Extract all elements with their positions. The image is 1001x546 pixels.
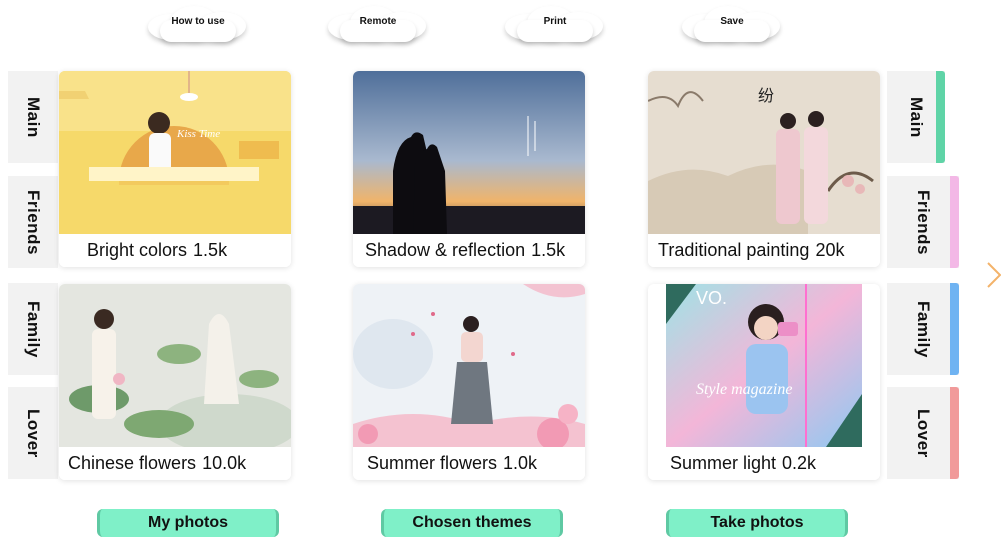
svg-text:VO.: VO. [696,288,727,308]
remote-button[interactable]: Remote [328,4,428,42]
theme-card-shadow-reflection[interactable]: Shadow & reflection 1.5k [353,71,585,267]
card-count: 1.0k [503,453,538,473]
card-title: Shadow & reflection [365,240,526,260]
left-tab-label: Friends [24,189,43,255]
right-tab-label: Main [907,96,926,138]
card-caption: Summer flowers 1.0k [353,447,585,480]
right-tab-main[interactable]: Main [887,71,945,163]
style-magazine-text: Style magazine [696,381,792,398]
theme-card-bright-colors[interactable]: Kiss Time Bright colors 1.5k [59,71,291,267]
chevron-right-icon[interactable] [984,260,1001,290]
right-tab-family[interactable]: Family [887,283,959,375]
left-tab-family[interactable]: Family [8,283,58,375]
svg-text:纷: 纷 [758,86,774,105]
left-tab-label: Lover [24,408,43,458]
chosen-themes-label: Chosen themes [412,514,532,531]
print-button[interactable]: Print [505,4,605,42]
left-tab-label: Family [24,300,43,358]
sunset-silhouette-photo [353,71,585,234]
how-to-use-button[interactable]: How to use [148,4,248,42]
card-title: Traditional painting [658,240,810,260]
tab-color-bar [950,283,959,375]
card-caption: Summer light 0.2k [648,447,880,480]
take-photos-label: Take photos [710,514,804,531]
tab-color-bar [950,387,959,479]
card-caption: Chinese flowers 10.0k [59,447,291,480]
card-title: Bright colors [87,240,188,260]
cherry-blossom-photo [353,284,585,447]
card-title: Chinese flowers [68,453,197,473]
remote-label: Remote [359,15,397,27]
style-magazine-photo: VO. Style magazine [666,284,862,447]
left-tab-label: Main [24,96,43,138]
yellow-studio-photo: Kiss Time [59,71,291,234]
card-caption: Traditional painting 20k [648,234,880,267]
card-title: Summer light [670,453,777,473]
card-caption: Bright colors 1.5k [59,234,291,267]
kiss-time-sign: Kiss Time [176,128,220,140]
how-to-use-label: How to use [171,15,225,27]
right-tab-label: Friends [914,189,933,255]
card-caption: Shadow & reflection 1.5k [353,234,585,267]
card-title: Summer flowers [367,453,498,473]
card-count: 20k [815,240,845,260]
save-label: Save [720,15,744,27]
traditional-painting-photo: 纷 [648,71,880,234]
chosen-themes-button[interactable]: Chosen themes [381,509,563,537]
right-tab-label: Family [914,300,933,358]
tab-color-bar [936,71,945,163]
save-button[interactable]: Save [682,4,782,42]
right-tab-friends[interactable]: Friends [887,176,959,268]
right-tab-label: Lover [914,408,933,458]
card-count: 10.0k [202,453,247,473]
my-photos-label: My photos [148,514,228,531]
theme-card-summer-flowers[interactable]: Summer flowers 1.0k [353,284,585,480]
left-tab-main[interactable]: Main [8,71,58,163]
print-label: Print [543,15,567,27]
left-tab-friends[interactable]: Friends [8,176,58,268]
theme-card-traditional-painting[interactable]: 纷 Traditional painting 20k [648,71,880,267]
card-count: 1.5k [193,240,228,260]
take-photos-button[interactable]: Take photos [666,509,848,537]
theme-card-chinese-flowers[interactable]: Chinese flowers 10.0k [59,284,291,480]
card-count: 0.2k [782,453,817,473]
left-tab-lover[interactable]: Lover [8,387,58,479]
theme-card-summer-light[interactable]: VO. Style magazine Summer light 0.2k [648,284,880,480]
right-tab-lover[interactable]: Lover [887,387,959,479]
lotus-peacock-photo [59,284,291,447]
my-photos-button[interactable]: My photos [97,509,279,537]
tab-color-bar [950,176,959,268]
card-count: 1.5k [531,240,566,260]
